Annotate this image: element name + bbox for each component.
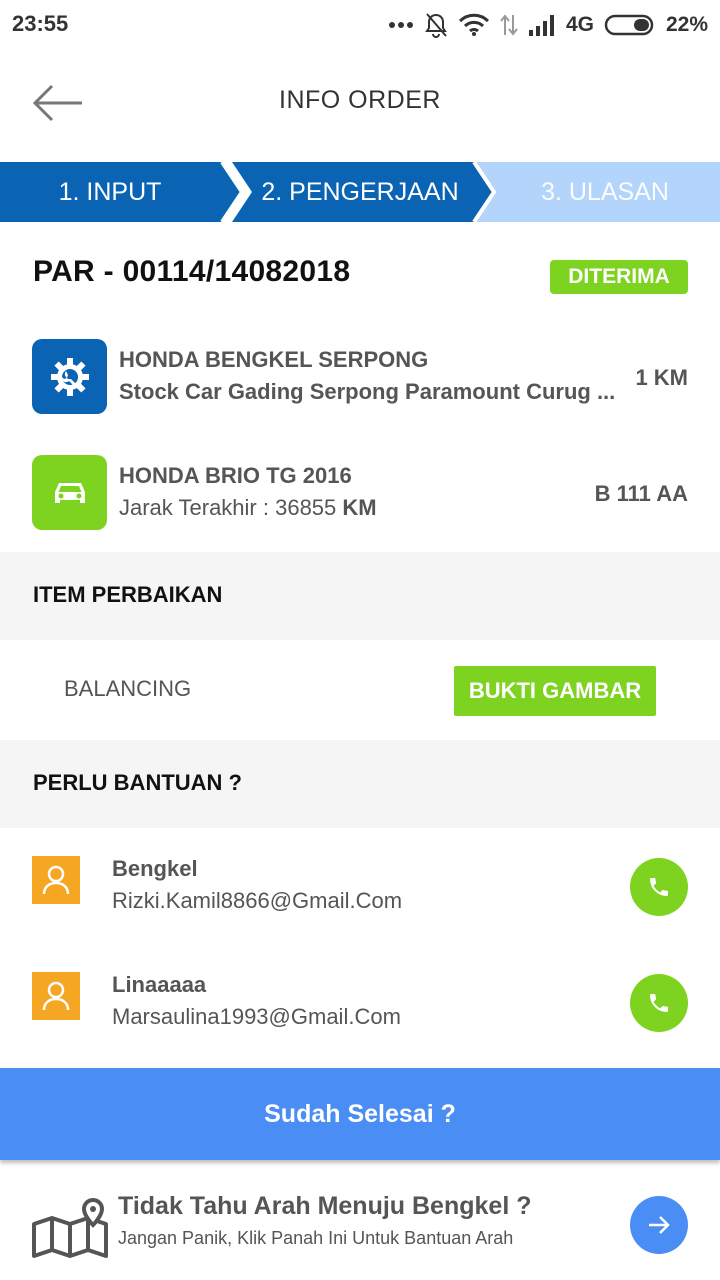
proof-image-button[interactable]: BUKTI GAMBAR (454, 666, 656, 716)
battery-level: 22% (665, 13, 708, 36)
repair-section-title: ITEM PERBAIKAN (33, 582, 223, 607)
phone-icon (650, 878, 668, 896)
status-icons: 4G 22% (388, 10, 708, 40)
status-badge: DITERIMA (550, 260, 688, 294)
arrow-right-icon (649, 1216, 670, 1234)
help-section-header: PERLU BANTUAN ? (0, 740, 720, 828)
step-pengerjaan: 2. PENGERJAAN (261, 178, 459, 206)
vehicle-name: HONDA BRIO TG 2016 (119, 463, 352, 488)
route-arrow-button[interactable] (630, 1196, 688, 1254)
user-avatar-icon (32, 972, 80, 1020)
signal-icon (528, 14, 556, 36)
page-title: INFO ORDER (279, 86, 441, 114)
wifi-icon (458, 13, 490, 37)
status-bar: 23:55 4G 22% (0, 0, 720, 50)
car-icon (32, 455, 107, 530)
workshop-name: HONDA BENGKEL SERPONG (119, 347, 429, 372)
call-button[interactable] (630, 974, 688, 1032)
contact-item: Linaaaaa Marsaulina1993@Gmail.Com (0, 944, 720, 1044)
network-type: 4G (565, 13, 594, 36)
contact-email: Marsaulina1993@Gmail.Com (112, 1004, 401, 1029)
contact-item: Bengkel Rizki.Kamil8866@Gmail.Com (0, 828, 720, 928)
battery-icon (604, 13, 656, 37)
progress-steps: 1. INPUT 2. PENGERJAAN 3. ULASAN (0, 162, 720, 222)
call-button[interactable] (630, 858, 688, 916)
contact-name: Bengkel (112, 856, 198, 881)
user-avatar-icon (32, 856, 80, 904)
workshop-distance: 1 KM (635, 365, 688, 390)
bell-off-icon (424, 12, 448, 38)
step-input: 1. INPUT (58, 178, 162, 206)
workshop-address: Stock Car Gading Serpong Paramount Curug… (119, 379, 616, 404)
gear-wrench-icon (32, 339, 107, 414)
help-section-title: PERLU BANTUAN ? (33, 770, 242, 795)
contact-name: Linaaaaa (112, 972, 207, 997)
workshop-info: HONDA BENGKEL SERPONG Stock Car Gading S… (0, 339, 720, 429)
mileage-label: Jarak Terakhir : 36855 (119, 495, 337, 520)
repair-section-header: ITEM PERBAIKAN (0, 552, 720, 640)
vehicle-mileage: Jarak Terakhir : 36855 KM (119, 495, 377, 521)
map-pin-icon (30, 1197, 110, 1260)
done-button[interactable]: Sudah Selesai ? (0, 1068, 720, 1160)
order-id: PAR - 00114/14082018 (33, 255, 351, 288)
repair-item-name: BALANCING (64, 676, 192, 701)
status-time: 23:55 (12, 11, 69, 36)
data-arrows-icon (500, 13, 518, 37)
route-help: Tidak Tahu Arah Menuju Bengkel ? Jangan … (0, 1168, 720, 1280)
vehicle-info: HONDA BRIO TG 2016 Jarak Terakhir : 3685… (0, 455, 720, 545)
vehicle-plate: B 111 AA (594, 481, 688, 506)
contact-email: Rizki.Kamil8866@Gmail.Com (112, 888, 403, 913)
route-help-title: Tidak Tahu Arah Menuju Bengkel ? (118, 1192, 532, 1220)
repair-item: BALANCING BUKTI GAMBAR (0, 640, 720, 740)
step-ulasan: 3. ULASAN (541, 178, 669, 206)
more-dots-icon (388, 21, 414, 29)
app-bar: INFO ORDER (0, 50, 720, 160)
mileage-unit: KM (342, 495, 377, 520)
phone-icon (650, 994, 668, 1012)
route-help-subtitle: Jangan Panik, Klik Panah Ini Untuk Bantu… (118, 1228, 514, 1248)
